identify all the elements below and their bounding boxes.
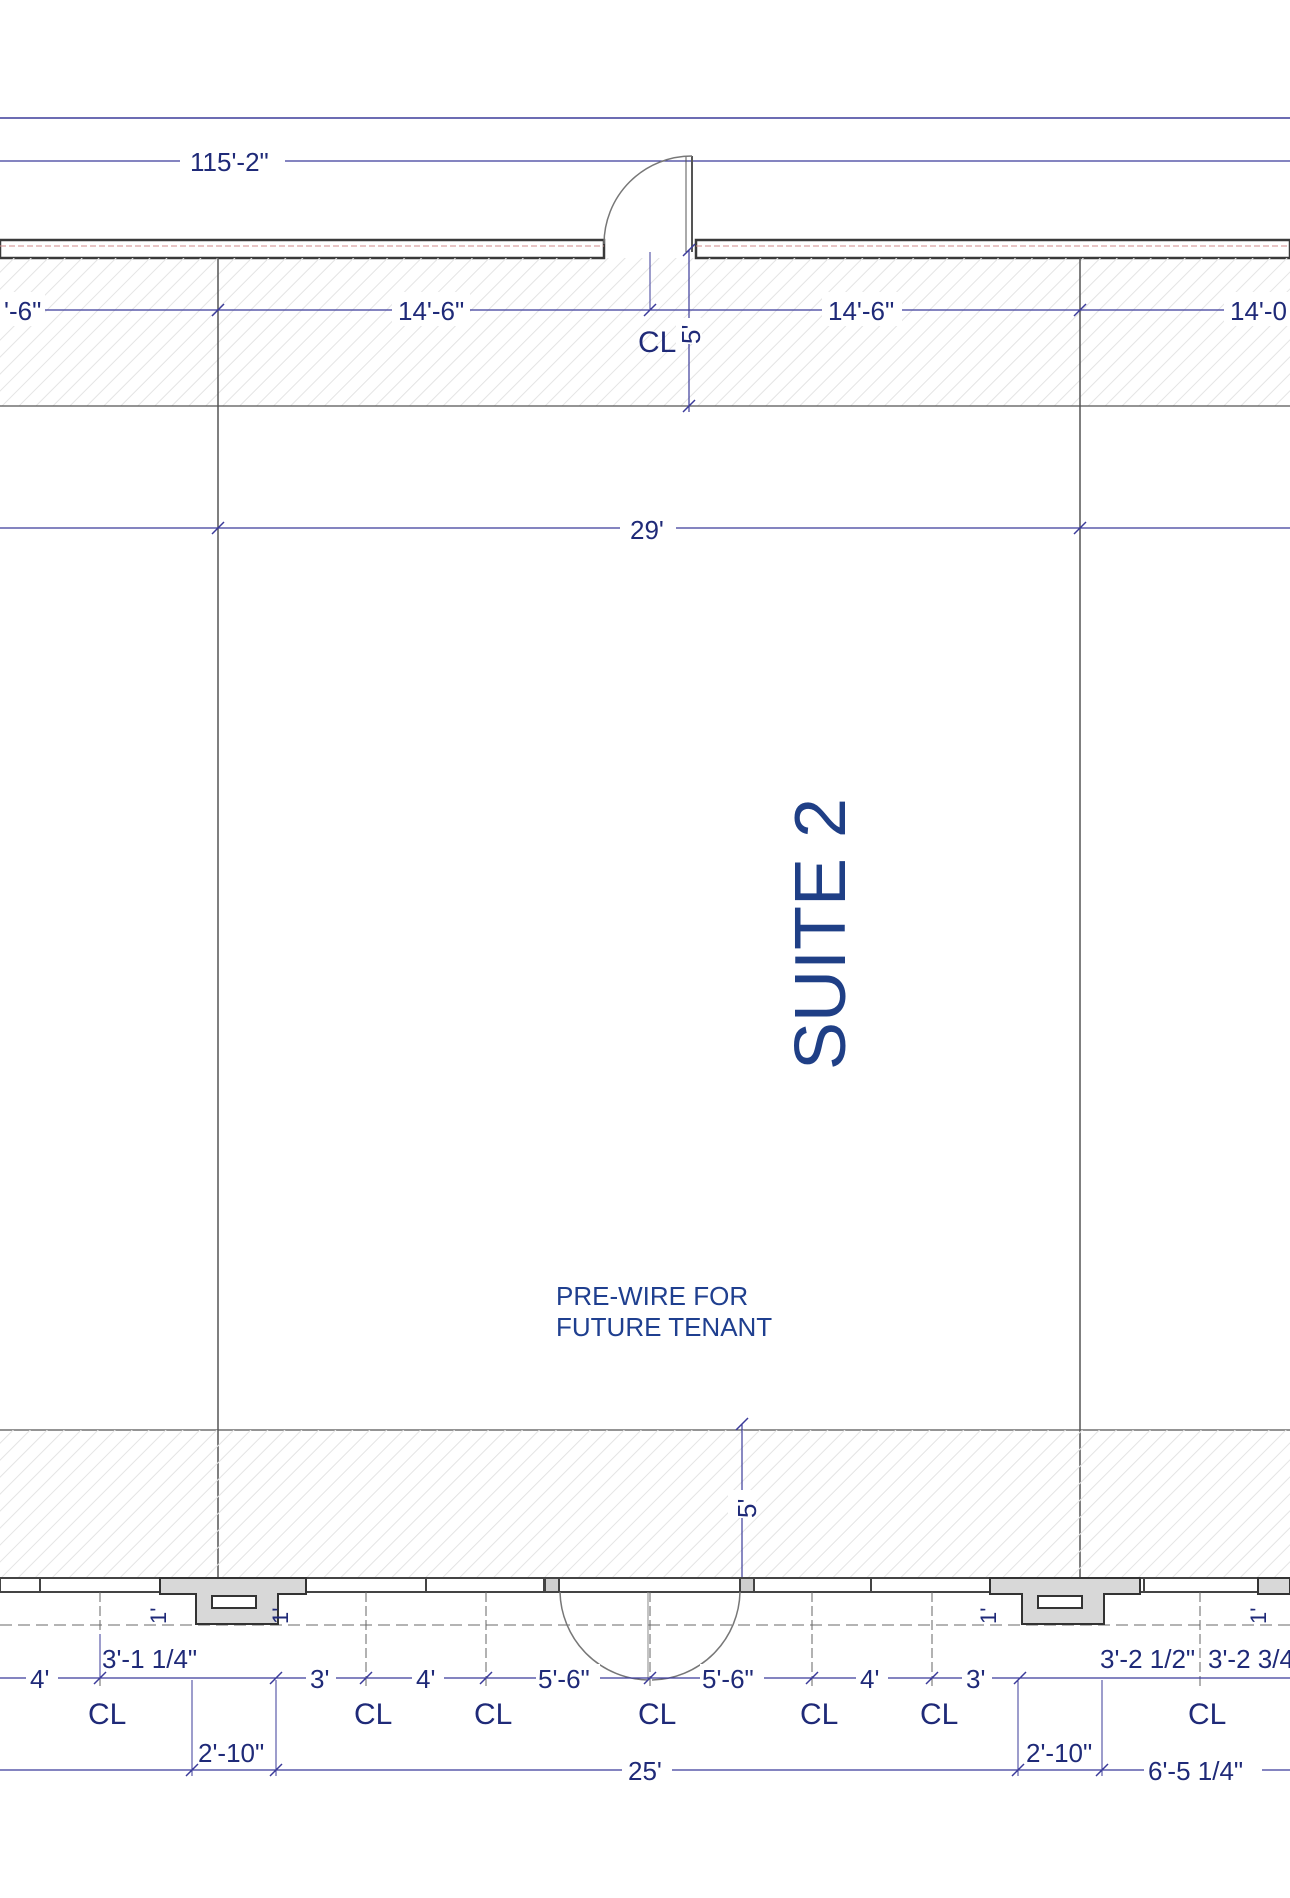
front-dim-c: 5'-6" xyxy=(538,1664,590,1694)
pier-depth-label-4: 1' xyxy=(1246,1608,1271,1624)
suite-width-label: 29' xyxy=(630,515,664,545)
pier-depth-label-2: 1' xyxy=(268,1608,293,1624)
suite-label: SUITE 2 xyxy=(781,798,861,1070)
rear-dim-right: 14'-6" xyxy=(828,296,894,326)
pier-far-right xyxy=(1257,1577,1290,1595)
front-dim-f: 3' xyxy=(966,1664,985,1694)
rear-dim-partial-left: '-6" xyxy=(4,296,41,326)
centerline-symbol: CL xyxy=(638,326,676,359)
rear-door xyxy=(603,155,693,252)
pier-right-width: 2'-10" xyxy=(1026,1738,1092,1768)
rear-dim-left: 14'-6" xyxy=(398,296,464,326)
pier-depth-label-3: 1' xyxy=(976,1608,1001,1624)
right-partial-label: 6'-5 1/4" xyxy=(1148,1756,1243,1786)
pier-left-width: 2'-10" xyxy=(198,1738,264,1768)
front-dim-a: 3' xyxy=(310,1664,329,1694)
overall-dimension: 115'-2" xyxy=(0,147,1290,177)
floor-plan: 115'-2" '-6" 14'-6" 14'-6" 14'-0 CL 5' 2… xyxy=(0,117,1290,1786)
suite-width-dimension: 29' xyxy=(0,510,1290,545)
centerline-symbol-2: CL xyxy=(354,1698,392,1731)
rear-depth-label: 5' xyxy=(676,325,706,344)
front-depth-label: 5' xyxy=(732,1499,762,1518)
front-dim-d: 5'-6" xyxy=(702,1664,754,1694)
centerline-symbol-6: CL xyxy=(920,1698,958,1731)
pier-left-offset: 3'-1 1/4" xyxy=(102,1644,197,1674)
rear-wall xyxy=(0,238,1290,260)
centerline-symbol-4: CL xyxy=(638,1698,676,1731)
front-overall-dimension: 2'-10" 2'-10" 25' 6'-5 1/4" xyxy=(0,1680,1290,1786)
front-total-label: 25' xyxy=(628,1756,662,1786)
centerline-symbol-3: CL xyxy=(474,1698,512,1731)
front-dim-e: 4' xyxy=(860,1664,879,1694)
prewire-note-line1: PRE-WIRE FOR xyxy=(556,1281,748,1311)
centerline-symbol-1: CL xyxy=(88,1698,126,1731)
pier-right-offset-a: 3'-2 1/2" xyxy=(1100,1644,1195,1674)
centerline-symbol-5: CL xyxy=(800,1698,838,1731)
front-setback-zone xyxy=(0,1430,1290,1578)
prewire-note-line2: FUTURE TENANT xyxy=(556,1312,772,1342)
pier-dimensions: 3'-1 1/4" 3'-2 1/2" 3'-2 3/4 xyxy=(99,1634,1290,1678)
centerline-symbol-7: CL xyxy=(1188,1698,1226,1731)
rear-dim-partial-right: 14'-0 xyxy=(1230,296,1287,326)
pier-depth-label-1: 1' xyxy=(146,1608,171,1624)
overall-dim-label: 115'-2" xyxy=(190,147,269,177)
storefront-centerline-symbols: CL CL CL CL CL CL CL xyxy=(88,1698,1226,1731)
front-dim-partial-left: 4' xyxy=(30,1664,49,1694)
front-dim-b: 4' xyxy=(416,1664,435,1694)
pier-right-offset-b: 3'-2 3/4 xyxy=(1208,1644,1290,1674)
pier-right xyxy=(989,1577,1141,1625)
